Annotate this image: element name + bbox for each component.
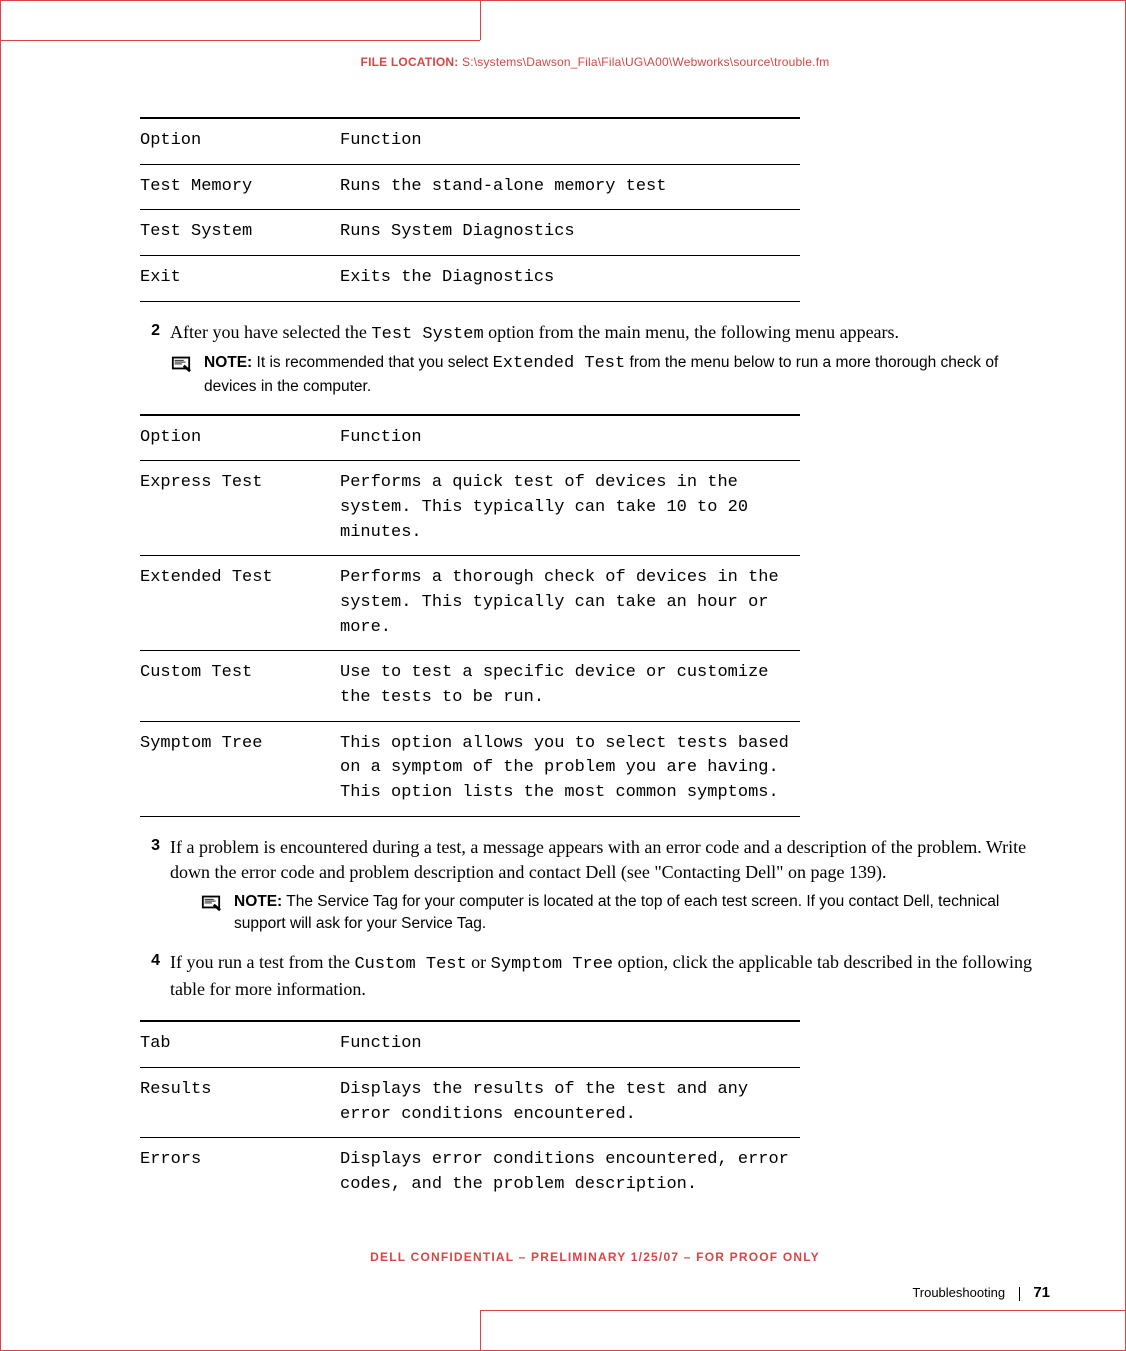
file-location-path: S:\systems\Dawson_Fila\Fila\UG\A00\Webwo…	[462, 55, 829, 69]
inline-code: Symptom Tree	[491, 955, 613, 974]
col-header-option: Option	[140, 415, 340, 461]
table-header-row: Option Function	[140, 415, 800, 461]
step-3: 3 If a problem is encountered during a t…	[140, 835, 1050, 885]
step-text-post: option from the main menu, the following…	[484, 322, 899, 342]
table-row: Results Displays the results of the test…	[140, 1067, 800, 1137]
cell-option: Symptom Tree	[140, 721, 340, 816]
table-row: Test Memory Runs the stand-alone memory …	[140, 164, 800, 210]
step-number: 4	[140, 950, 170, 970]
note-label: NOTE:	[204, 354, 252, 371]
page-number-line: Troubleshooting 71	[140, 1284, 1050, 1301]
tabs-table: Tab Function Results Displays the result…	[140, 1020, 800, 1207]
page-footer: DELL CONFIDENTIAL – PRELIMINARY 1/25/07 …	[140, 1250, 1050, 1301]
note-text-pre: It is recommended that you select	[252, 354, 492, 371]
cell-function: Displays error conditions encountered, e…	[340, 1138, 800, 1208]
table-header-row: Tab Function	[140, 1021, 800, 1067]
step-4: 4 If you run a test from the Custom Test…	[140, 950, 1050, 1002]
table-row: Errors Displays error conditions encount…	[140, 1138, 800, 1208]
cell-function: Performs a quick test of devices in the …	[340, 461, 800, 556]
note-icon	[200, 892, 226, 912]
test-system-table: Option Function Express Test Performs a …	[140, 414, 800, 817]
cell-option: Exit	[140, 255, 340, 301]
cell-option: Test Memory	[140, 164, 340, 210]
crop-mark	[0, 40, 480, 41]
cell-tab: Results	[140, 1067, 340, 1137]
table-row: Test System Runs System Diagnostics	[140, 210, 800, 256]
col-header-function: Function	[340, 415, 800, 461]
cell-function: Displays the results of the test and any…	[340, 1067, 800, 1137]
step-text-pre: After you have selected the	[170, 322, 371, 342]
cell-function: Performs a thorough check of devices in …	[340, 556, 800, 651]
step-text-mid: or	[467, 952, 491, 972]
section-name: Troubleshooting	[912, 1285, 1005, 1300]
cell-function: Runs System Diagnostics	[340, 210, 800, 256]
note-body: NOTE: The Service Tag for your computer …	[234, 891, 1050, 934]
step-number: 3	[140, 835, 170, 855]
step-body: If a problem is encountered during a tes…	[170, 835, 1050, 885]
table-row: Express Test Performs a quick test of de…	[140, 461, 800, 556]
cell-tab: Errors	[140, 1138, 340, 1208]
cell-function: Runs the stand-alone memory test	[340, 164, 800, 210]
separator	[1019, 1287, 1020, 1301]
crop-mark	[480, 1311, 481, 1351]
note-text: The Service Tag for your computer is loc…	[234, 893, 999, 932]
step-body: After you have selected the Test System …	[170, 320, 899, 347]
col-header-function: Function	[340, 118, 800, 164]
inline-code: Custom Test	[354, 955, 466, 974]
step-2: 2 After you have selected the Test Syste…	[140, 320, 1050, 347]
main-menu-table: Option Function Test Memory Runs the sta…	[140, 117, 800, 302]
page-number: 71	[1033, 1284, 1050, 1301]
crop-mark	[480, 1310, 1126, 1311]
step-body: If you run a test from the Custom Test o…	[170, 950, 1050, 1002]
col-header-tab: Tab	[140, 1021, 340, 1067]
note-icon	[170, 353, 196, 373]
cell-function: This option allows you to select tests b…	[340, 721, 800, 816]
inline-code: Extended Test	[493, 354, 626, 373]
table-row: Exit Exits the Diagnostics	[140, 255, 800, 301]
cell-function: Exits the Diagnostics	[340, 255, 800, 301]
col-header-option: Option	[140, 118, 340, 164]
confidential-banner: DELL CONFIDENTIAL – PRELIMINARY 1/25/07 …	[140, 1250, 1050, 1264]
step-text-pre: If you run a test from the	[170, 952, 354, 972]
page-content: FILE LOCATION: S:\systems\Dawson_Fila\Fi…	[140, 55, 1050, 1225]
cell-function: Use to test a specific device or customi…	[340, 651, 800, 721]
inline-code: Test System	[371, 325, 483, 344]
note-extended-test: NOTE: It is recommended that you select …	[170, 352, 1050, 397]
cell-option: Test System	[140, 210, 340, 256]
table-row: Extended Test Performs a thorough check …	[140, 556, 800, 651]
crop-mark	[480, 0, 481, 40]
file-location-label: FILE LOCATION:	[361, 55, 459, 69]
cell-option: Extended Test	[140, 556, 340, 651]
step-number: 2	[140, 320, 170, 340]
table-row: Custom Test Use to test a specific devic…	[140, 651, 800, 721]
table-header-row: Option Function	[140, 118, 800, 164]
note-label: NOTE:	[234, 893, 282, 910]
file-location-header: FILE LOCATION: S:\systems\Dawson_Fila\Fi…	[140, 55, 1050, 69]
note-body: NOTE: It is recommended that you select …	[204, 352, 1050, 397]
table-row: Symptom Tree This option allows you to s…	[140, 721, 800, 816]
cell-option: Custom Test	[140, 651, 340, 721]
cell-option: Express Test	[140, 461, 340, 556]
col-header-function: Function	[340, 1021, 800, 1067]
note-service-tag: NOTE: The Service Tag for your computer …	[200, 891, 1050, 934]
